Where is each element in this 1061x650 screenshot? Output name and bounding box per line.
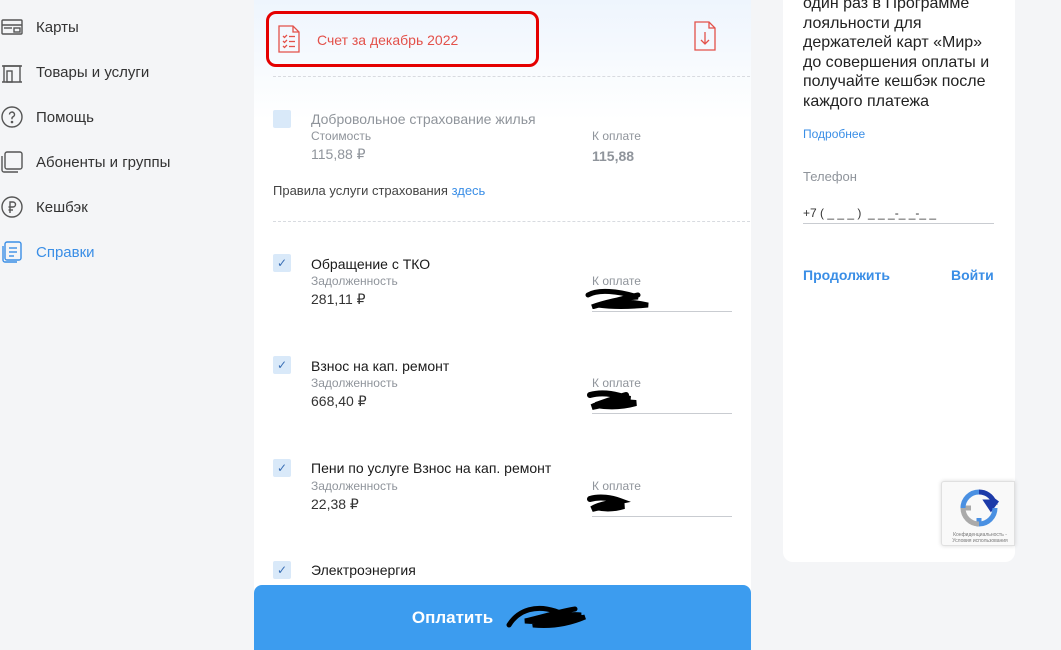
service-checkbox[interactable]: ✓ [273,356,291,374]
sidebar-item-goods[interactable]: Товары и услуги [0,57,149,87]
sidebar: Карты Товары и услуги Помощь Абоненты и … [0,0,240,650]
recaptcha-icon [959,488,999,533]
sidebar-item-label: Кешбэк [36,198,88,216]
sidebar-item-label: Товары и услуги [36,63,150,81]
insurance-rules-link[interactable]: здесь [452,183,486,198]
sidebar-item-label: Помощь [36,108,94,126]
invoice-title: Счет за декабрь 2022 [317,32,459,48]
insurance-rules: Правила услуги страхования здесь [273,183,485,198]
service-checkbox[interactable]: ✓ [273,561,291,579]
service-name: Добровольное страхование жилья [311,111,536,127]
cashback-card: один раз в Программе лояльности для держ… [783,0,1015,562]
invoice-card: Счет за декабрь 2022 Добровольное страхо… [254,0,751,650]
service-amount: 115,88 ₽ [311,146,366,162]
service-sub-label: Задолженность [311,479,398,493]
insurance-rules-text: Правила услуги страхования [273,183,448,198]
redacted-scribble [587,494,631,512]
pay-label: К оплате [592,274,641,288]
service-name: Взнос на кап. ремонт [311,358,450,374]
service-sub-label: Задолженность [311,376,398,390]
recaptcha-badge[interactable]: Конфиденциальность - Условия использован… [941,481,1015,546]
pay-label: К оплате [592,376,641,390]
sidebar-item-cards[interactable]: Карты [0,12,79,42]
sidebar-item-subscribers[interactable]: Абоненты и группы [0,147,170,177]
service-name: Пени по услуге Взнос на кап. ремонт [311,460,552,476]
invoice-header[interactable]: Счет за декабрь 2022 [266,11,539,67]
sidebar-item-label: Абоненты и группы [36,153,171,171]
pay-label: К оплате [592,479,641,493]
login-button[interactable]: Войти [951,267,994,283]
card-icon [0,15,24,39]
pay-label: К оплате [592,129,641,143]
store-icon [0,60,24,84]
pay-value: 115,88 [592,148,635,164]
subscribers-icon [0,150,24,174]
service-checkbox[interactable]: ✓ [273,254,291,272]
phone-label: Телефон [803,169,857,184]
sidebar-item-help[interactable]: Помощь [0,102,94,132]
continue-button[interactable]: Продолжить [803,267,890,283]
pay-input-line[interactable] [592,516,732,517]
promo-text: один раз в Программе лояльности для держ… [803,0,990,110]
service-amount: 22,38 ₽ [311,496,359,512]
pay-button-label: Оплатить [411,607,494,627]
pay-button[interactable]: Оплатить [254,585,751,650]
redacted-scribble [585,288,649,309]
help-icon [0,105,24,129]
ruble-icon [0,195,24,219]
redacted-scribble [506,605,587,628]
sidebar-item-certificates[interactable]: Справки [0,237,95,267]
pay-input-line[interactable] [592,311,732,312]
redacted-scribble [587,390,637,410]
pay-input-line[interactable] [592,413,732,414]
sidebar-item-cashback[interactable]: Кешбэк [0,192,88,222]
service-checkbox[interactable] [273,110,291,128]
service-amount: 281,11 ₽ [311,291,366,307]
sidebar-item-label: Справки [36,243,95,261]
divider [273,221,751,222]
phone-input[interactable] [803,202,994,224]
recaptcha-text: Конфиденциальность - Условия использован… [952,532,1008,544]
download-icon[interactable] [693,20,717,57]
service-name: Обращение с ТКО [311,256,431,272]
invoice-doc-icon [277,24,301,59]
more-link[interactable]: Подробнее [803,127,865,141]
service-sub-label: Задолженность [311,274,398,288]
service-name: Электроэнергия [311,562,416,578]
divider [273,76,751,77]
sidebar-item-label: Карты [36,18,79,36]
service-checkbox[interactable]: ✓ [273,459,291,477]
document-icon [0,240,24,264]
service-sub-label: Стоимость [311,129,372,143]
service-amount: 668,40 ₽ [311,393,367,409]
